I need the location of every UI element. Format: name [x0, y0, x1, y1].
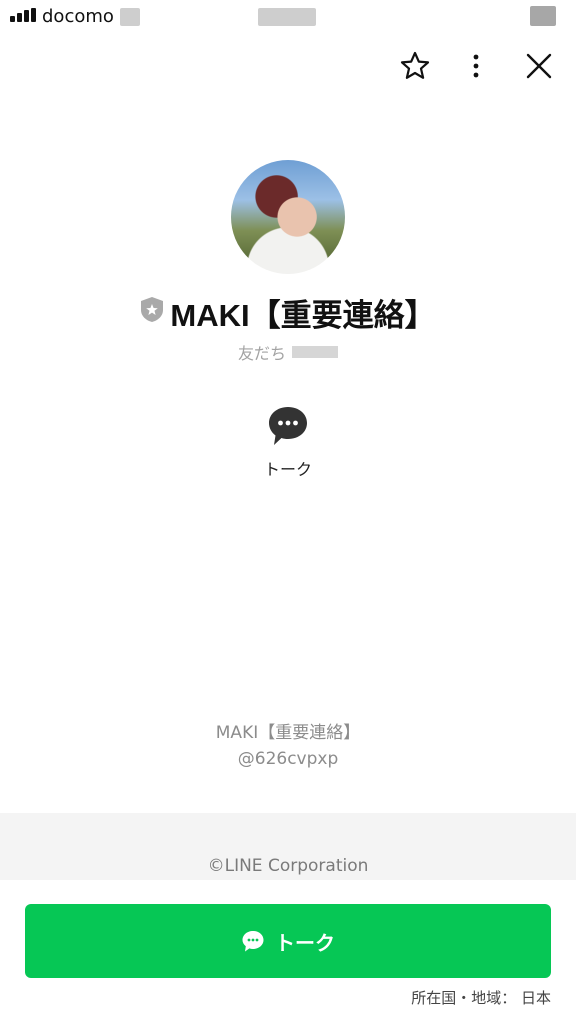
- profile-page: docomo MAKI【重要連絡】 友だち トーク MAKI【重要連絡】 @62…: [0, 0, 576, 1024]
- status-center-blur: [258, 8, 316, 26]
- talk-button[interactable]: トーク: [25, 904, 551, 978]
- chat-bubble-icon: [242, 931, 264, 952]
- talk-action-button[interactable]: トーク: [238, 404, 338, 480]
- profile-name-row: MAKI【重要連絡】: [0, 290, 576, 335]
- more-vertical-icon: [473, 54, 479, 78]
- copyright-text: ©LINE Corporation: [207, 856, 369, 876]
- region-text: 所在国・地域： 日本: [411, 989, 551, 1007]
- shield-badge-icon: [141, 297, 164, 322]
- friends-label: 友だち: [237, 344, 286, 363]
- account-name: MAKI【重要連絡】: [215, 723, 361, 743]
- close-button[interactable]: [519, 46, 559, 86]
- status-bar: docomo: [0, 0, 576, 34]
- profile-avatar[interactable]: [231, 160, 345, 274]
- profile-name: MAKI【重要連絡】: [170, 298, 436, 333]
- battery-blur: [530, 6, 556, 26]
- talk-action-label: トーク: [263, 460, 312, 479]
- status-time-blur: [120, 8, 140, 26]
- close-icon: [526, 53, 552, 79]
- talk-button-label: トーク: [275, 930, 335, 955]
- favorite-button[interactable]: [395, 46, 435, 86]
- signal-strength-icon: [10, 8, 36, 22]
- more-options-button[interactable]: [456, 46, 496, 86]
- chat-bubble-icon: [269, 407, 307, 445]
- carrier-name: docomo: [42, 6, 114, 27]
- star-icon: [400, 51, 430, 79]
- account-id: @626cvpxp: [237, 749, 339, 769]
- friends-count-blur: [292, 346, 338, 358]
- friends-count-row: 友だち: [0, 340, 576, 364]
